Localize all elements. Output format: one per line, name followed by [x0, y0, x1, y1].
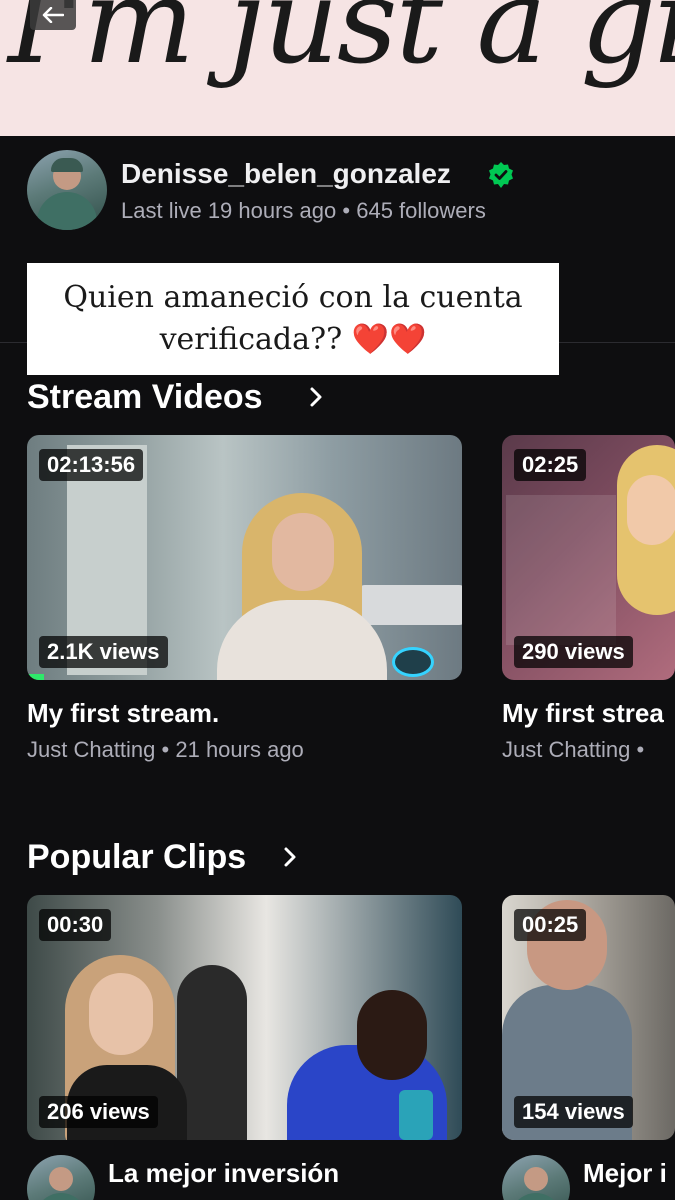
video-category[interactable]: Just Chatting — [502, 737, 630, 762]
last-live-text: Last live 19 hours ago — [121, 198, 337, 223]
clip-thumbnail[interactable]: 00:30 206 views — [27, 895, 462, 1140]
stream-videos-heading[interactable]: Stream Videos — [27, 378, 263, 417]
views-badge: 154 views — [514, 1096, 633, 1128]
chevron-right-icon[interactable] — [308, 386, 324, 408]
chevron-right-icon[interactable] — [282, 846, 298, 868]
back-button[interactable] — [30, 0, 76, 30]
clip-title[interactable]: Mejor i — [583, 1158, 667, 1189]
meta-separator: • — [636, 737, 645, 762]
verified-badge-icon — [489, 162, 513, 188]
clip-creator-avatar[interactable] — [27, 1155, 95, 1200]
meta-separator: • — [161, 737, 170, 762]
channel-name[interactable]: Denisse_belen_gonzalez — [121, 158, 451, 190]
video-meta: Just Chatting • 21 hours ago — [27, 737, 304, 763]
video-thumbnail[interactable]: 02:13:56 2.1K views — [27, 435, 462, 680]
channel-banner: I'm just a girl — [0, 0, 675, 136]
video-title[interactable]: My first stream. — [27, 698, 219, 729]
video-age: 21 hours ago — [175, 737, 304, 762]
video-title[interactable]: My first strea — [502, 698, 664, 729]
banner-text: I'm just a girl — [8, 0, 675, 90]
video-thumbnail[interactable]: 02:25 290 views — [502, 435, 675, 680]
popular-clips-heading[interactable]: Popular Clips — [27, 838, 246, 877]
watch-progress-bar — [27, 674, 45, 680]
back-arrow-icon — [42, 7, 64, 23]
clip-thumbnail[interactable]: 00:25 154 views — [502, 895, 675, 1140]
duration-badge: 02:25 — [514, 449, 587, 481]
caption-sticker: Quien amaneció con la cuenta verificada?… — [27, 263, 559, 375]
followers-count[interactable]: 645 followers — [356, 198, 486, 223]
views-badge: 206 views — [39, 1096, 158, 1128]
meta-separator: • — [342, 198, 351, 223]
video-meta: Just Chatting • — [502, 737, 644, 763]
views-badge: 2.1K views — [39, 636, 168, 668]
video-category[interactable]: Just Chatting — [27, 737, 155, 762]
channel-meta: Last live 19 hours ago • 645 followers — [121, 198, 486, 224]
duration-badge: 00:25 — [514, 909, 587, 941]
clip-creator-avatar[interactable] — [502, 1155, 570, 1200]
views-badge: 290 views — [514, 636, 633, 668]
duration-badge: 02:13:56 — [39, 449, 144, 481]
clip-title[interactable]: La mejor inversión — [108, 1158, 339, 1189]
channel-avatar[interactable] — [27, 150, 107, 230]
duration-badge: 00:30 — [39, 909, 112, 941]
